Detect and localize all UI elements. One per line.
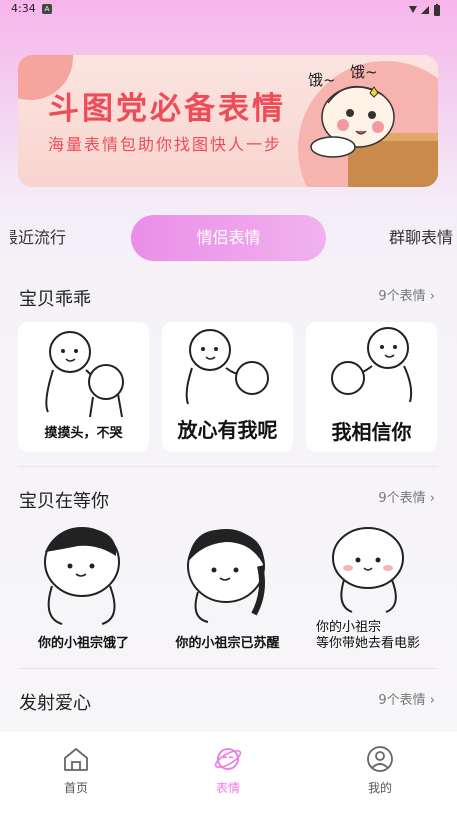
promo-banner[interactable]: 斗图党必备表情 海量表情包助你找图快人一步 饿~ 饿~ bbox=[18, 55, 438, 187]
section-more-link[interactable]: 9个表情 › bbox=[378, 285, 435, 304]
status-bar: 4:34 A bbox=[0, 0, 457, 20]
tab-couple[interactable]: 情侣表情 bbox=[131, 215, 326, 261]
sticker-caption: 你的小祖宗已苏醒 bbox=[175, 636, 280, 651]
tab-group-chat[interactable]: 群聊表情 bbox=[389, 215, 457, 261]
sticker-card[interactable]: 我相信你 bbox=[306, 322, 437, 452]
user-icon bbox=[367, 746, 393, 772]
chevron-right-icon: › bbox=[429, 693, 435, 708]
sticker-card[interactable]: 摸摸头，不哭 bbox=[18, 322, 149, 452]
category-tabs: 最近流行 情侣表情 群聊表情 bbox=[0, 215, 457, 261]
hungry-kid-illustration: 饿~ 饿~ bbox=[308, 63, 438, 187]
sticker-caption: 放心有我呢 bbox=[177, 418, 278, 442]
banner-bubble-left: 饿~ bbox=[308, 71, 336, 89]
nav-home[interactable]: 首页 bbox=[0, 731, 152, 814]
sticker-card[interactable]: 你的小祖宗饿了 bbox=[18, 522, 149, 652]
battery-icon bbox=[434, 5, 440, 16]
nav-mine[interactable]: 我的 bbox=[304, 731, 456, 814]
planet-icon bbox=[214, 748, 242, 770]
chevron-right-icon: › bbox=[429, 289, 435, 304]
section-more-link[interactable]: 9个表情 › bbox=[378, 689, 435, 708]
section-title: 发射爱心 bbox=[19, 693, 91, 714]
status-time: 4:34 bbox=[11, 2, 36, 15]
nav-home-label: 首页 bbox=[63, 781, 88, 795]
sticker-card[interactable]: 你的小祖宗 等你带她去看电影 bbox=[306, 522, 437, 652]
sticker-caption: 摸摸头，不哭 bbox=[44, 426, 123, 441]
divider bbox=[18, 466, 438, 467]
nav-emoji[interactable]: 表情 bbox=[152, 731, 304, 814]
banner-bubble-right: 饿~ bbox=[350, 63, 378, 81]
section-more-link[interactable]: 9个表情 › bbox=[378, 487, 435, 506]
sticker-caption: 你的小祖宗 等你带她去看电影 bbox=[316, 620, 421, 651]
chevron-right-icon: › bbox=[429, 491, 435, 506]
bottom-navigation: 首页 表情 我的 bbox=[0, 730, 457, 814]
status-icons bbox=[409, 3, 440, 16]
notification-icon: A bbox=[42, 4, 52, 14]
banner-title: 斗图党必备表情 bbox=[48, 91, 286, 127]
home-icon bbox=[64, 748, 88, 771]
tab-recent[interactable]: 最近流行 bbox=[10, 215, 70, 261]
section-title: 宝贝在等你 bbox=[19, 491, 109, 512]
sticker-card[interactable]: 放心有我呢 bbox=[162, 322, 293, 452]
nav-mine-label: 我的 bbox=[367, 781, 392, 795]
divider bbox=[18, 668, 438, 669]
sticker-caption: 我相信你 bbox=[331, 420, 412, 444]
nav-emoji-label: 表情 bbox=[215, 781, 240, 795]
sticker-caption: 你的小祖宗饿了 bbox=[37, 636, 129, 651]
section-title: 宝贝乖乖 bbox=[19, 289, 91, 310]
banner-subtitle: 海量表情包助你找图快人一步 bbox=[48, 135, 283, 154]
signal-icon bbox=[421, 6, 429, 14]
wifi-icon bbox=[409, 6, 417, 13]
sticker-card[interactable]: 你的小祖宗已苏醒 bbox=[162, 522, 293, 652]
